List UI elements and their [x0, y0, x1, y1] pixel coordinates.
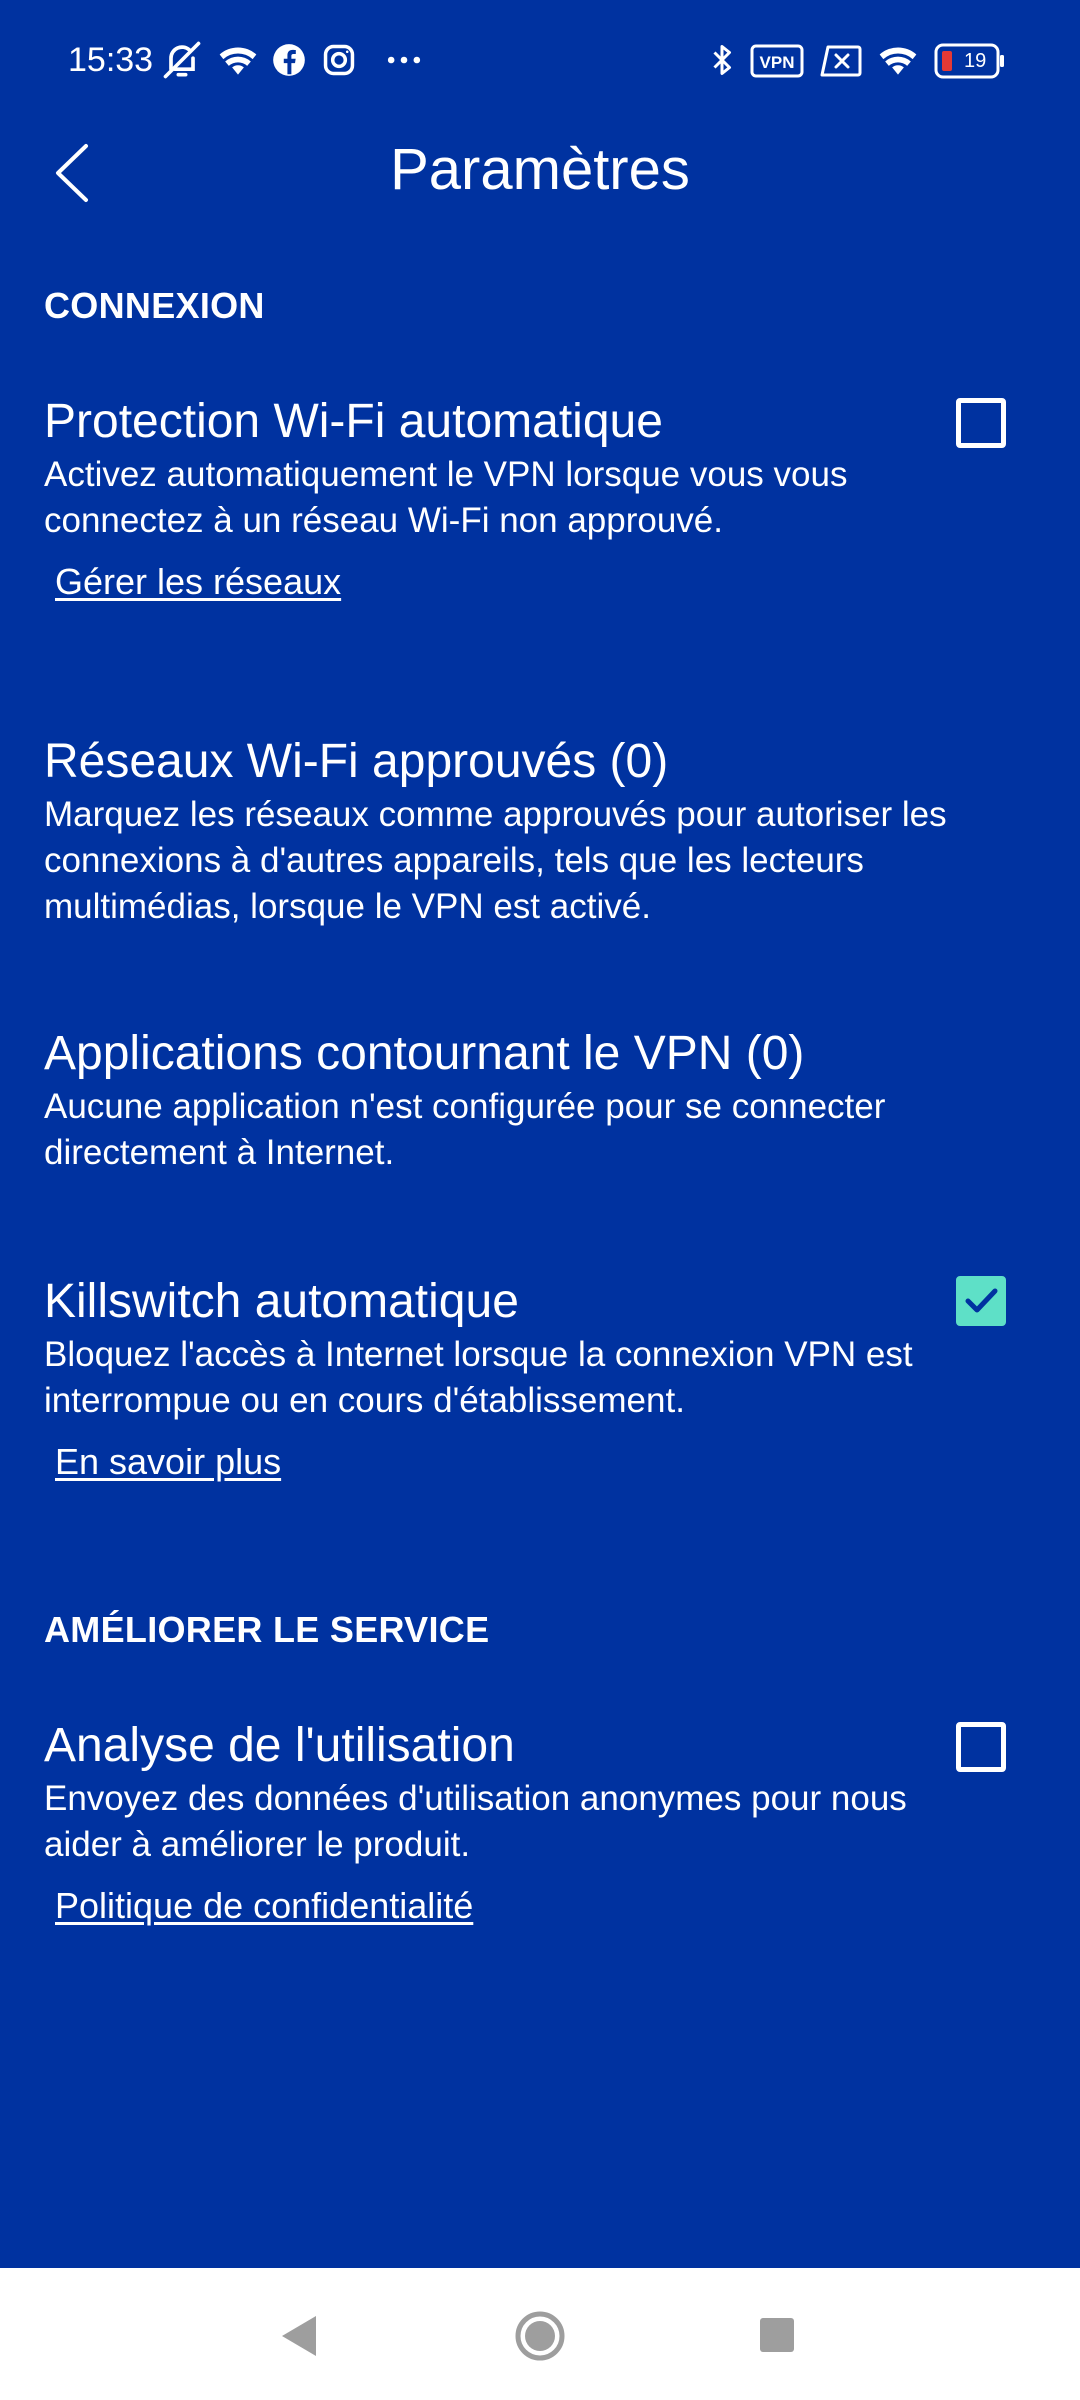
setting-usage-analytics[interactable]: Analyse de l'utilisation Envoyez des don… — [44, 1716, 1036, 1930]
status-time: 15:33 — [68, 41, 154, 79]
privacy-policy-link[interactable]: Politique de confidentialité — [55, 1882, 473, 1930]
vpn-icon: VPN — [750, 44, 804, 88]
usage-analytics-checkbox[interactable] — [956, 1722, 1006, 1772]
more-dots-icon — [382, 38, 426, 82]
learn-more-link[interactable]: En savoir plus — [55, 1438, 281, 1486]
bluetooth-icon — [704, 38, 740, 82]
battery-icon: 19 — [934, 42, 1006, 80]
setting-trusted-networks[interactable]: Réseaux Wi-Fi approuvés (0) Marquez les … — [44, 732, 1036, 930]
setting-title: Applications contournant le VPN (0) — [44, 1027, 805, 1080]
setting-description: Marquez les réseaux comme approuvés pour… — [44, 795, 947, 926]
back-triangle-icon — [282, 2316, 316, 2356]
setting-description: Bloquez l'accès à Internet lorsque la co… — [44, 1335, 913, 1420]
section-header-improve-service: AMÉLIORER LE SERVICE — [44, 1609, 490, 1650]
vpn-label: VPN — [760, 53, 795, 72]
manage-networks-link[interactable]: Gérer les réseaux — [55, 558, 341, 606]
instagram-icon — [320, 38, 358, 82]
nav-back-button[interactable] — [260, 2296, 340, 2376]
section-header-connexion: CONNEXION — [44, 285, 265, 326]
page-title: Paramètres — [390, 137, 690, 202]
setting-bypass-apps[interactable]: Applications contournant le VPN (0) Aucu… — [44, 1024, 1036, 1176]
setting-title: Réseaux Wi-Fi approuvés (0) — [44, 735, 669, 788]
no-signal-icon — [818, 44, 862, 88]
muted-bell-icon — [160, 38, 204, 82]
recents-square-icon — [760, 2318, 794, 2352]
setting-description: Aucune application n'est configurée pour… — [44, 1087, 886, 1172]
facebook-icon — [270, 38, 308, 82]
setting-title: Protection Wi-Fi automatique — [44, 395, 663, 448]
system-nav-bar — [0, 2268, 1080, 2400]
status-bar: 15:33 VPN 19 — [0, 0, 1080, 120]
nav-recents-button[interactable] — [738, 2296, 818, 2376]
app-header: Paramètres — [0, 120, 1080, 224]
setting-title: Analyse de l'utilisation — [44, 1719, 515, 1772]
wifi-icon — [216, 38, 260, 82]
battery-level: 19 — [964, 50, 987, 72]
home-circle-icon — [515, 2311, 565, 2361]
killswitch-checkbox[interactable] — [956, 1276, 1006, 1326]
setting-title: Killswitch automatique — [44, 1275, 519, 1328]
setting-wifi-protection[interactable]: Protection Wi-Fi automatique Activez aut… — [44, 392, 1036, 606]
setting-description: Envoyez des données d'utilisation anonym… — [44, 1779, 907, 1864]
nav-home-button[interactable] — [500, 2296, 580, 2376]
wifi-icon — [874, 38, 922, 82]
checkmark-icon — [965, 1288, 998, 1313]
setting-description: Activez automatiquement le VPN lorsque v… — [44, 455, 848, 540]
wifi-protection-checkbox[interactable] — [956, 398, 1006, 448]
setting-killswitch[interactable]: Killswitch automatique Bloquez l'accès à… — [44, 1272, 1036, 1486]
